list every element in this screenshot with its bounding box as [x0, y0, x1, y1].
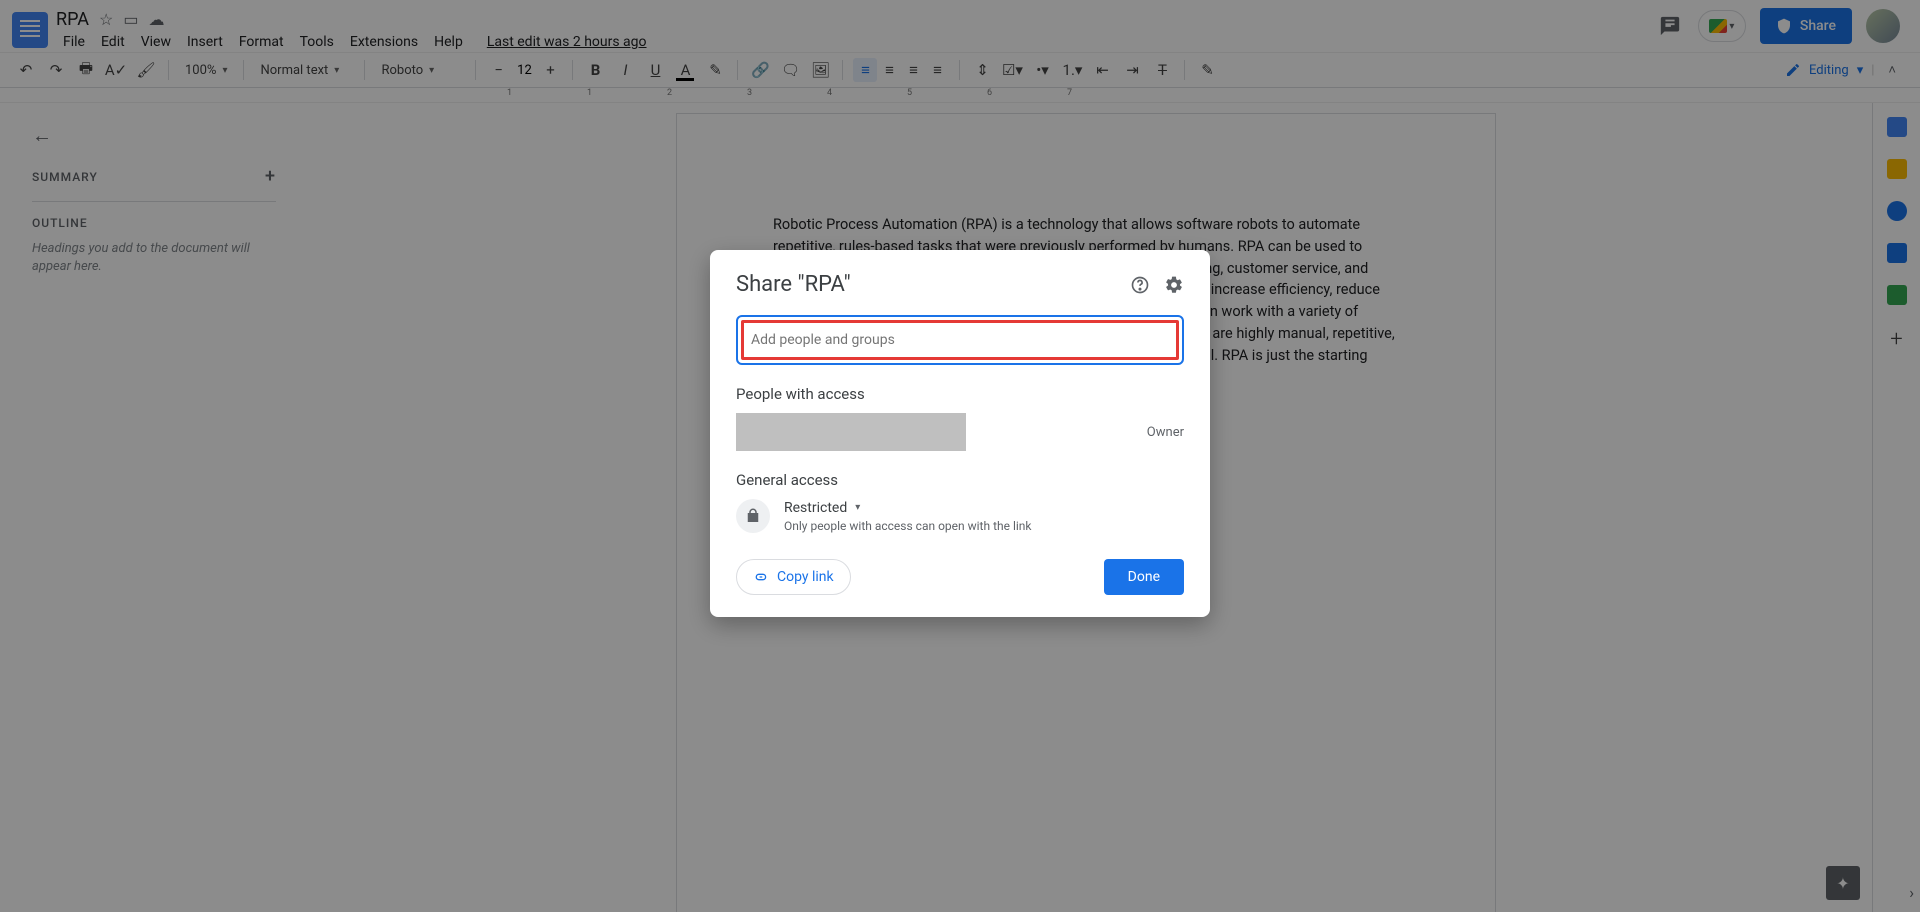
access-level-dropdown[interactable]: Restricted▾ [784, 500, 1032, 516]
help-icon[interactable] [1130, 275, 1150, 295]
add-people-input[interactable] [745, 324, 1175, 356]
share-dialog-title: Share "RPA" [736, 272, 851, 297]
done-button[interactable]: Done [1104, 559, 1184, 595]
lock-icon [736, 499, 770, 533]
share-dialog: Share "RPA" People with access Owner Gen… [710, 250, 1210, 617]
access-level-description: Only people with access can open with th… [784, 519, 1032, 533]
settings-icon[interactable] [1164, 275, 1184, 295]
people-with-access-heading: People with access [736, 385, 1184, 403]
copy-link-button[interactable]: Copy link [736, 559, 851, 595]
person-row: Owner [736, 413, 1184, 451]
owner-label: Owner [1147, 425, 1184, 440]
person-redacted [736, 413, 966, 451]
chevron-down-icon: ▾ [855, 502, 860, 513]
general-access-heading: General access [736, 471, 1184, 489]
